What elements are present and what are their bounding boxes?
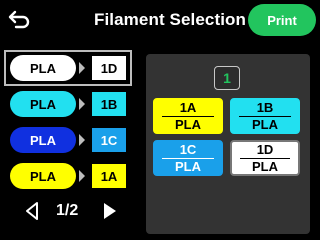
ams-slot-1b[interactable]: 1B PLA: [230, 98, 300, 134]
slot-id: 1A: [179, 99, 197, 115]
ams-slot-1c[interactable]: 1C PLA: [153, 140, 223, 176]
slot-material: PLA: [252, 117, 278, 133]
page-title: Filament Selection: [94, 10, 247, 29]
filament-row-3[interactable]: PLA 1C: [6, 124, 130, 156]
back-button[interactable]: [6, 6, 34, 34]
slot-label: 1C: [92, 128, 126, 152]
prev-page-button[interactable]: [20, 199, 44, 223]
print-button[interactable]: Print: [248, 4, 316, 36]
filament-pill: PLA: [10, 91, 76, 117]
filament-row-2[interactable]: PLA 1B: [6, 88, 130, 120]
slot-material: PLA: [175, 117, 201, 133]
map-arrow-icon: [79, 134, 85, 146]
filament-row-4[interactable]: PLA 1A: [6, 160, 130, 192]
ams-unit-badge: 1: [214, 66, 240, 90]
slot-id: 1D: [256, 142, 274, 158]
map-arrow-icon: [79, 98, 85, 110]
chevron-left-icon: [26, 202, 38, 220]
page-indicator: 1/2: [56, 202, 79, 219]
slot-label: 1A: [92, 164, 126, 188]
slot-id: 1B: [256, 99, 274, 115]
slot-label: 1D: [92, 56, 126, 80]
filament-pill: PLA: [10, 163, 76, 189]
filament-row-1[interactable]: PLA 1D: [4, 50, 132, 86]
slot-material: PLA: [252, 158, 278, 174]
filament-pill: PLA: [10, 127, 76, 153]
slot-id: 1C: [179, 141, 197, 157]
slot-material: PLA: [175, 159, 201, 175]
ams-slot-1d[interactable]: 1D PLA: [230, 140, 300, 176]
map-arrow-icon: [79, 170, 85, 182]
filament-pill: PLA: [10, 55, 76, 81]
ams-slot-1a[interactable]: 1A PLA: [153, 98, 223, 134]
map-arrow-icon: [79, 62, 85, 74]
back-arrow-icon: [8, 10, 30, 29]
play-right-icon: [104, 203, 116, 219]
next-page-button[interactable]: [98, 199, 122, 223]
slot-label: 1B: [92, 92, 126, 116]
